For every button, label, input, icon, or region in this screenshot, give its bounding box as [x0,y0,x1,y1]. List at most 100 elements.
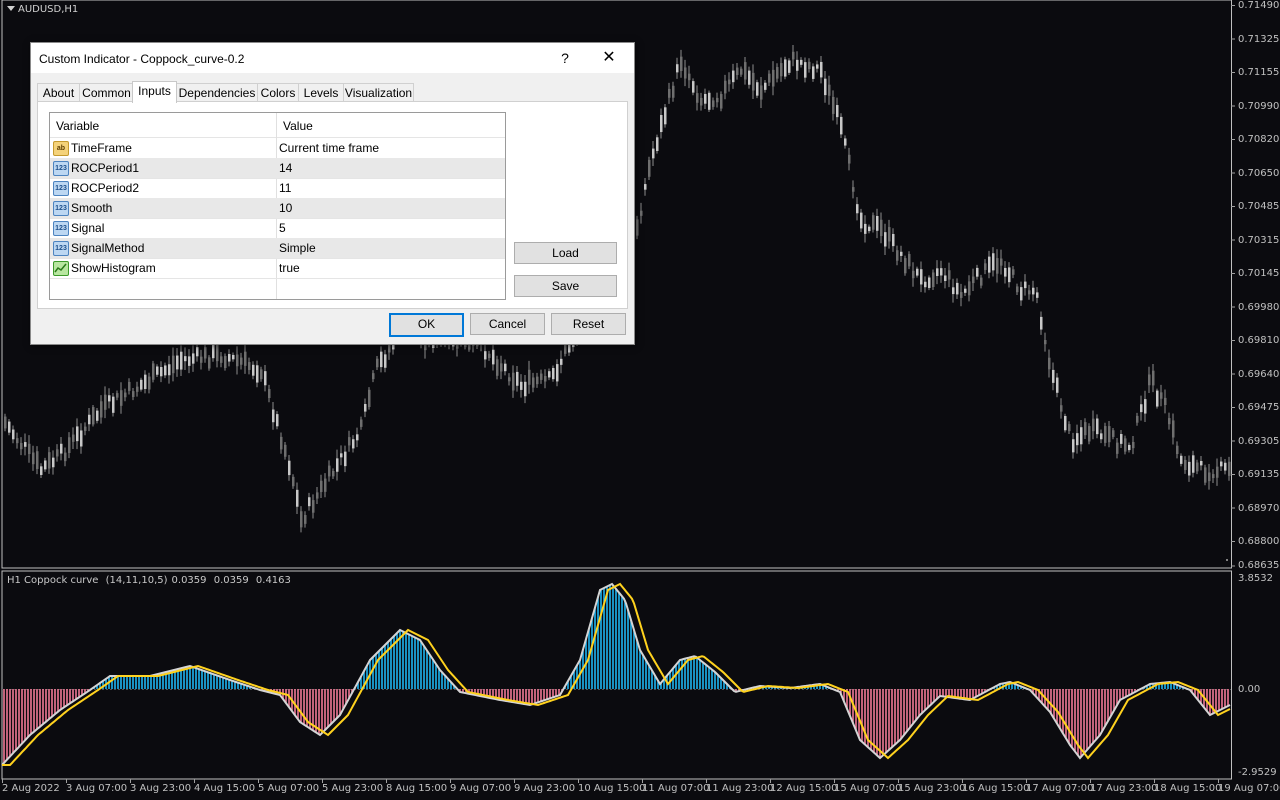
candle-body [976,267,979,277]
tab-common[interactable]: Common [79,83,134,102]
candle-body [1208,472,1211,482]
candle-body [364,403,367,412]
close-button[interactable]: ✕ [587,43,631,73]
indicator-title: H1 Coppock curve (14,11,10,5) 0.0359 0.03… [7,575,295,586]
price-label: 0.69475 [1238,402,1280,413]
time-label: 3 Aug 23:00 [130,783,192,794]
input-row-signal[interactable]: 123 Signal 5 [50,218,505,239]
price-label: 0.70650 [1238,167,1280,179]
indicator-params: (14,11,10,5) [105,575,168,586]
candle-body [644,184,647,190]
candle-body [1068,424,1071,432]
candle-body [784,59,787,77]
candle-body [268,389,271,399]
column-variable[interactable]: Variable [56,119,99,133]
candle-body [336,458,339,472]
candle-body [292,476,295,487]
candle-body [832,96,835,114]
input-value[interactable]: 11 [279,181,291,195]
candle-body [748,70,751,85]
tab-colors[interactable]: Colors [257,83,299,102]
candle-body [36,451,39,470]
candle-body [884,232,887,247]
time-label: 17 Aug 07:00 [1026,783,1094,794]
reset-button[interactable]: Reset [551,313,626,335]
input-value[interactable]: Current time frame [279,141,379,155]
candle-body [64,452,67,462]
save-button[interactable]: Save [514,275,617,297]
candle-body [756,82,759,96]
tab-dependencies[interactable]: Dependencies [176,83,258,102]
candle-body [1228,461,1231,476]
candle-body [1176,445,1179,455]
inputs-panel: Variable Value ab TimeFrame Current time… [37,101,628,309]
candle-body [932,272,935,288]
input-value[interactable]: 5 [279,221,286,235]
candle-body [1080,427,1083,445]
time-label: 5 Aug 23:00 [322,783,384,794]
load-button[interactable]: Load [514,242,617,264]
cancel-button[interactable]: Cancel [470,313,545,335]
dialog-titlebar[interactable]: Custom Indicator - Coppock_curve-0.2 ? ✕ [31,43,634,73]
input-row-showhistogram[interactable]: ShowHistogram true [50,258,505,279]
price-label: 0.71155 [1238,67,1280,78]
input-value[interactable]: true [279,261,300,275]
candle-body [316,492,319,499]
input-value[interactable]: 10 [279,201,292,215]
price-label: 0.70820 [1238,134,1280,145]
candle-body [652,148,655,159]
candle-body [1004,267,1007,277]
candle-body [492,349,495,365]
candle-body [196,347,199,357]
input-row-rocperiod2[interactable]: 123 ROCPeriod2 11 [50,178,505,199]
symbol-title[interactable]: AUDUSD,H1 [7,4,78,15]
candle-body [908,253,911,267]
tab-about[interactable]: About [37,83,80,102]
candle-body [356,434,359,441]
candle-body [92,407,95,425]
candle-body [528,369,531,385]
input-row-smooth[interactable]: 123 Smooth 10 [50,198,505,219]
candle-body [280,436,283,450]
time-label: 4 Aug 15:00 [194,783,256,794]
time-label: 2 Aug 2022 [2,783,60,794]
candle-body [228,354,231,362]
chart-shift-marker [1226,559,1228,561]
indicator-scale-top: 3.8532 [1238,573,1273,584]
candle-body [1224,462,1227,471]
candle-body [728,79,731,85]
input-value[interactable]: Simple [279,241,316,255]
indicator-value-1: 0.0359 [171,575,207,586]
tab-inputs[interactable]: Inputs [132,81,177,103]
input-row-timeframe[interactable]: ab TimeFrame Current time frame [50,138,505,159]
ok-button[interactable]: OK [389,313,464,337]
candle-body [660,115,663,133]
tab-visualization[interactable]: Visualization [343,83,414,102]
candle-body [368,389,371,407]
candle-body [920,269,923,285]
candle-body [1216,466,1219,478]
candle-body [496,359,499,376]
candle-body [856,204,859,214]
candle-body [216,344,219,362]
candle-body [700,97,703,106]
column-value[interactable]: Value [283,119,313,133]
input-row-rocperiod1[interactable]: 123 ROCPeriod1 14 [50,158,505,179]
candle-body [28,443,31,455]
help-button[interactable]: ? [543,43,587,73]
candle-body [40,466,43,475]
candle-body [848,154,851,164]
candle-body [340,453,343,458]
input-name: ROCPeriod1 [71,161,140,175]
candle-body [116,393,119,398]
tab-levels[interactable]: Levels [298,83,344,102]
price-label: 0.68635 [1238,560,1280,571]
input-value[interactable]: 14 [279,161,292,175]
number-123-icon: 123 [53,201,69,216]
candle-body [296,489,299,507]
input-row-signalmethod[interactable]: 123 SignalMethod Simple [50,238,505,259]
candle-body [824,78,827,96]
candle-body [888,227,891,242]
candle-body [880,219,883,237]
candle-body [1156,390,1159,407]
